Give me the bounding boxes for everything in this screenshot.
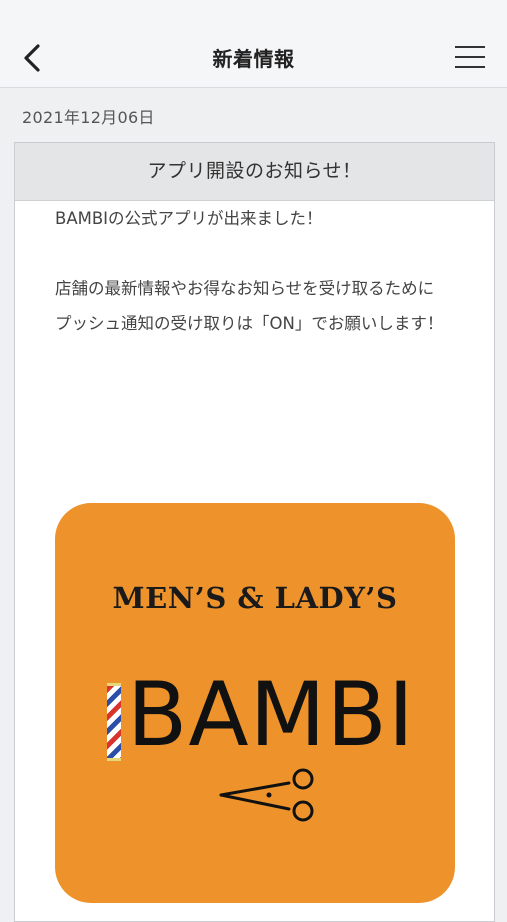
news-paragraph-2-line-2: プッシュ通知の受け取りは「ON」でお願いします！ xyxy=(55,314,444,333)
barber-pole-icon xyxy=(107,683,121,761)
logo-brand-name: BAMBI xyxy=(127,663,415,766)
hamburger-menu-icon xyxy=(455,46,485,48)
news-card: アプリ開設のお知らせ！ BAMBIの公式アプリが出来ました！ 店舗の最新情報やお… xyxy=(14,142,495,922)
news-title: アプリ開設のお知らせ！ xyxy=(15,143,494,201)
app-header: 新着情報 xyxy=(0,0,507,88)
news-date: 2021年12月06日 xyxy=(22,108,155,127)
news-paragraph-1: BAMBIの公式アプリが出来ました！ xyxy=(55,209,323,228)
news-paragraph-2-line-1: 店舗の最新情報やお得なお知らせを受け取るために xyxy=(55,279,435,298)
menu-button[interactable] xyxy=(453,40,489,76)
page-title: 新着情報 xyxy=(212,47,295,71)
scissors-icon xyxy=(219,768,314,822)
bambi-logo-image: MEN’S & LADY’S BAMBI xyxy=(55,503,455,903)
news-paragraph-2: 店舗の最新情報やお得なお知らせを受け取るために プッシュ通知の受け取りは「ON」… xyxy=(55,271,465,341)
logo-tagline: MEN’S & LADY’S xyxy=(112,581,398,615)
